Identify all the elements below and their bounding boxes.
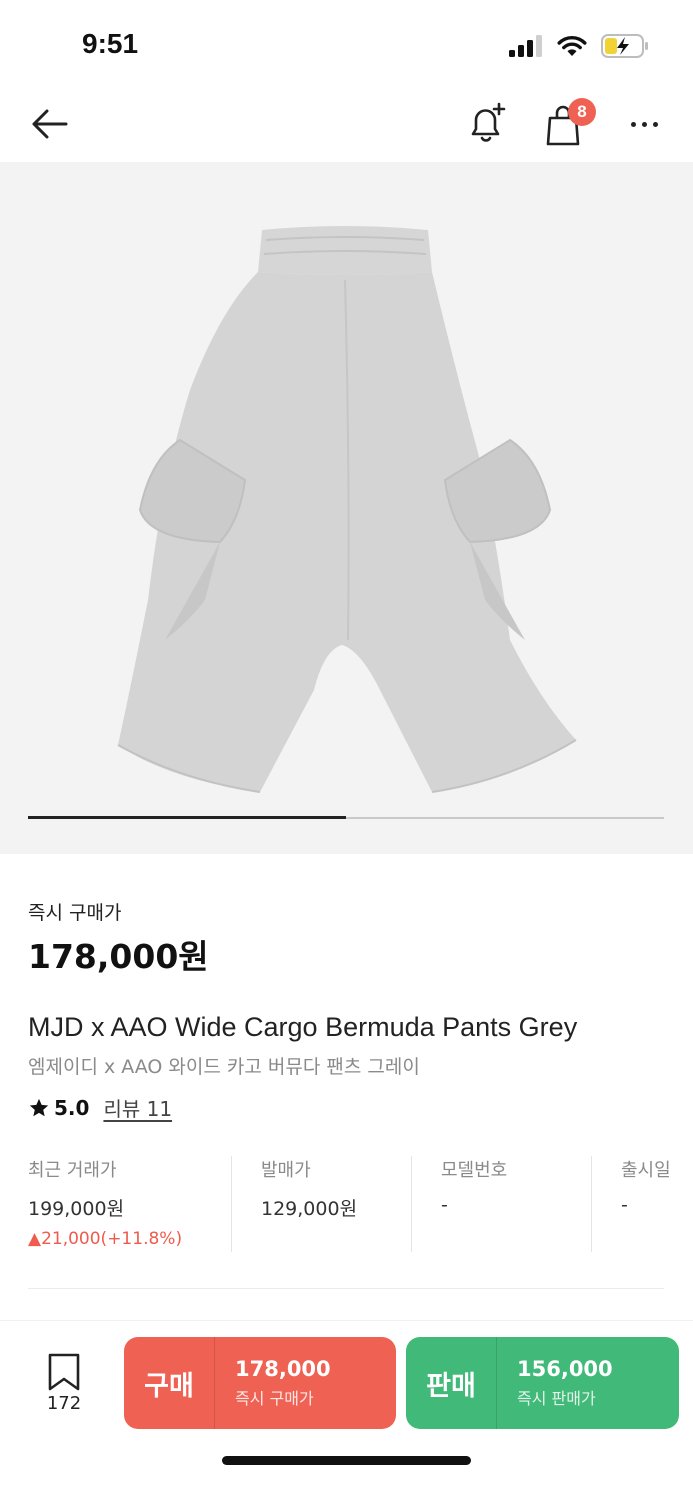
stat-divider — [231, 1156, 232, 1252]
back-button[interactable] — [26, 102, 74, 146]
review-link[interactable]: 리뷰 11 — [103, 1093, 172, 1122]
cart-badge: 8 — [568, 98, 596, 126]
main-price: 178,000원 — [28, 937, 209, 976]
stat-value: 199,000원 — [28, 1198, 125, 1220]
stat-model-number: 모델번호 - — [441, 1156, 507, 1252]
product-title-ko: 엠제이디 x AAO 와이드 카고 버뮤다 팬츠 그레이 — [28, 1056, 420, 1078]
more-dot-icon — [641, 121, 647, 127]
stat-label: 출시일 — [621, 1160, 671, 1181]
buy-sub-label: 즉시 구매가 — [235, 1389, 314, 1408]
status-icons — [509, 32, 649, 60]
product-image-gallery[interactable] — [0, 162, 693, 854]
stat-change: ▲21,000(+11.8%) — [28, 1229, 183, 1249]
price-stats: 최근 거래가 199,000원 ▲21,000(+11.8%) 발매가 129,… — [0, 1156, 693, 1252]
stat-divider — [411, 1156, 412, 1252]
gallery-progress-track — [28, 816, 664, 819]
bell-plus-icon — [471, 102, 506, 142]
buy-button[interactable]: 구매 178,000 즉시 구매가 — [124, 1337, 396, 1429]
sell-sub-label: 즉시 판매가 — [517, 1389, 596, 1408]
more-dot-icon — [652, 121, 658, 127]
stat-value: - — [621, 1194, 628, 1216]
gallery-progress-fill — [28, 816, 346, 819]
stat-label: 모델번호 — [441, 1160, 508, 1181]
buy-price: 178,000 — [235, 1357, 331, 1381]
product-image — [117, 226, 577, 793]
bottom-action-bar: 172 구매 178,000 즉시 구매가 판매 156,000 즉시 판매가 — [0, 1320, 693, 1500]
more-button[interactable] — [622, 104, 666, 144]
navigation-bar: 8 — [0, 90, 693, 162]
stat-label: 발매가 — [261, 1160, 311, 1181]
back-arrow-icon — [32, 109, 68, 139]
sell-kind-label: 판매 — [426, 1370, 476, 1402]
bookmark-icon — [48, 1353, 80, 1391]
wifi-icon — [557, 36, 587, 56]
rating-row: 5.0 리뷰 11 — [28, 1093, 172, 1122]
stat-release-price: 발매가 129,000원 — [261, 1156, 357, 1252]
sell-button[interactable]: 판매 156,000 즉시 판매가 — [406, 1337, 679, 1429]
alert-button[interactable] — [464, 100, 510, 146]
stat-release-date: 출시일 - — [621, 1156, 671, 1252]
wishlist-count: 172 — [46, 1393, 82, 1414]
stat-value: 129,000원 — [261, 1198, 358, 1220]
stat-value: - — [441, 1194, 448, 1216]
home-indicator — [222, 1456, 471, 1465]
battery-charging-icon — [601, 34, 648, 58]
wishlist-button[interactable]: 172 — [34, 1347, 94, 1417]
buy-info: 178,000 즉시 구매가 — [215, 1357, 331, 1409]
cart-button[interactable]: 8 — [542, 98, 596, 148]
stat-divider — [591, 1156, 592, 1252]
cellular-signal-icon — [509, 35, 542, 57]
more-dot-icon — [630, 121, 636, 127]
stat-recent-trade: 최근 거래가 199,000원 ▲21,000(+11.8%) — [28, 1156, 182, 1252]
sell-price: 156,000 — [517, 1357, 613, 1381]
rating-score: 5.0 — [54, 1095, 90, 1120]
product-title-en: MJD x AAO Wide Cargo Bermuda Pants Grey — [28, 1012, 578, 1042]
section-divider — [28, 1288, 664, 1289]
buy-kind-label: 구매 — [144, 1370, 194, 1402]
status-time: 9:51 — [82, 28, 139, 59]
star-icon — [29, 1098, 49, 1116]
price-label: 즉시 구매가 — [28, 902, 122, 924]
status-bar: 9:51 — [0, 0, 693, 90]
sell-info: 156,000 즉시 판매가 — [497, 1357, 613, 1409]
stat-label: 최근 거래가 — [28, 1160, 117, 1181]
